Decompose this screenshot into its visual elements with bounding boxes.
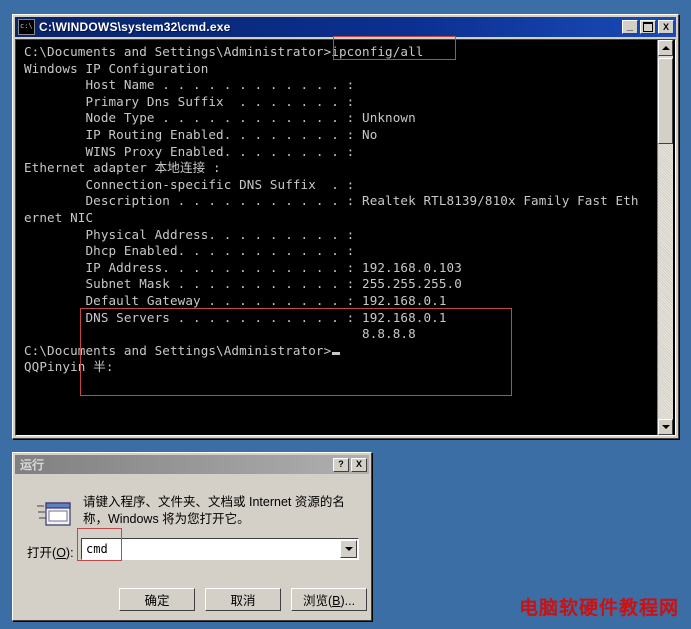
scroll-down-arrow-icon[interactable]: [658, 419, 673, 435]
site-watermark: 电脑软硬件教程网: [518, 598, 679, 619]
console-line: IP Routing Enabled. . . . . . . . : No: [24, 126, 378, 142]
close-icon: X: [355, 459, 362, 469]
console-line: C:\Documents and Settings\Administrator>: [24, 343, 664, 360]
console-line: Host Name . . . . . . . . . . . . :: [24, 77, 355, 93]
scrollbar-thumb[interactable]: [658, 58, 673, 144]
cancel-button[interactable]: 取消: [205, 588, 281, 611]
cmd-console-area[interactable]: C:\Documents and Settings\Administrator>…: [15, 39, 676, 436]
open-label-suffix: :: [70, 546, 74, 560]
run-command-input[interactable]: cmd: [82, 542, 340, 556]
console-line: Dhcp Enabled. . . . . . . . . . . :: [24, 243, 355, 259]
open-label-accelerator: O: [56, 546, 66, 560]
ok-button[interactable]: 确定: [119, 588, 195, 611]
console-line: Primary Dns Suffix . . . . . . . :: [24, 93, 355, 109]
cmd-window-controls: _ X: [622, 20, 674, 34]
console-cursor: [332, 351, 341, 355]
run-close-button[interactable]: X: [351, 457, 367, 472]
cmd-console-text: C:\Documents and Settings\Administrator>…: [24, 44, 664, 376]
run-dialog[interactable]: 运行 ? X 请键入程序、文件夹、文档或 Internet 资源的名称，Wind…: [12, 452, 372, 621]
console-line: ernet NIC: [24, 209, 94, 225]
help-button[interactable]: ?: [333, 457, 349, 472]
console-line: Connection-specific DNS Suffix . :: [24, 176, 355, 192]
console-line: Node Type . . . . . . . . . . . . : Unkn…: [24, 110, 416, 126]
cmd-window[interactable]: C:\WINDOWS\system32\cmd.exe _ X C:\Docum…: [12, 14, 679, 439]
open-label-prefix: 打开: [27, 546, 53, 560]
console-line: QQPinyin 半:: [24, 359, 114, 375]
cmd-console-icon: [18, 19, 35, 35]
minimize-icon: _: [626, 20, 634, 32]
console-line: 8.8.8.8: [24, 326, 416, 342]
scroll-up-arrow-icon[interactable]: [658, 40, 673, 56]
run-command-combobox[interactable]: cmd: [81, 538, 359, 560]
console-line: Physical Address. . . . . . . . . :: [24, 226, 355, 242]
close-icon: X: [662, 21, 669, 32]
console-line: Subnet Mask . . . . . . . . . . . : 255.…: [24, 276, 462, 292]
maximize-icon: [641, 21, 655, 33]
minimize-button[interactable]: _: [622, 20, 638, 34]
console-line: Default Gateway . . . . . . . . . : 192.…: [24, 292, 447, 308]
console-line: IP Address. . . . . . . . . . . . : 192.…: [24, 259, 462, 275]
open-field-label: 打开(O):: [27, 546, 74, 560]
cancel-button-label: 取消: [230, 594, 256, 608]
run-dialog-controls: ? X: [333, 457, 367, 472]
run-dialog-prompt: 请键入程序、文件夹、文档或 Internet 资源的名称，Windows 将为您…: [83, 495, 345, 526]
ok-button-label: 确定: [144, 594, 170, 608]
cmd-window-title: C:\WINDOWS\system32\cmd.exe: [39, 20, 231, 34]
chevron-down-icon[interactable]: [340, 540, 357, 558]
close-button[interactable]: X: [658, 20, 674, 34]
console-line: C:\Documents and Settings\Administrator>…: [24, 44, 424, 59]
question-mark-icon: ?: [338, 459, 344, 469]
console-line: Ethernet adapter 本地连接 :: [24, 160, 221, 176]
maximize-button[interactable]: [640, 20, 656, 34]
browse-button-label: 浏览(B)...: [302, 594, 356, 608]
run-dialog-title: 运行: [20, 458, 45, 472]
run-window-icon: [37, 502, 71, 526]
console-line: WINS Proxy Enabled. . . . . . . . :: [24, 143, 355, 159]
console-line: Description . . . . . . . . . . . : Real…: [24, 193, 639, 209]
run-dialog-title-bar[interactable]: 运行 ? X: [15, 455, 369, 474]
console-line: DNS Servers . . . . . . . . . . . : 192.…: [24, 309, 447, 325]
cmd-title-bar[interactable]: C:\WINDOWS\system32\cmd.exe _ X: [15, 17, 676, 37]
run-dialog-buttons: 确定 取消 浏览(B)...: [119, 588, 367, 611]
console-line: Windows IP Configuration: [24, 60, 209, 76]
browse-button[interactable]: 浏览(B)...: [291, 588, 367, 611]
run-dialog-body: 请键入程序、文件夹、文档或 Internet 资源的名称，Windows 将为您…: [15, 476, 369, 618]
cmd-vertical-scrollbar[interactable]: [657, 40, 673, 435]
